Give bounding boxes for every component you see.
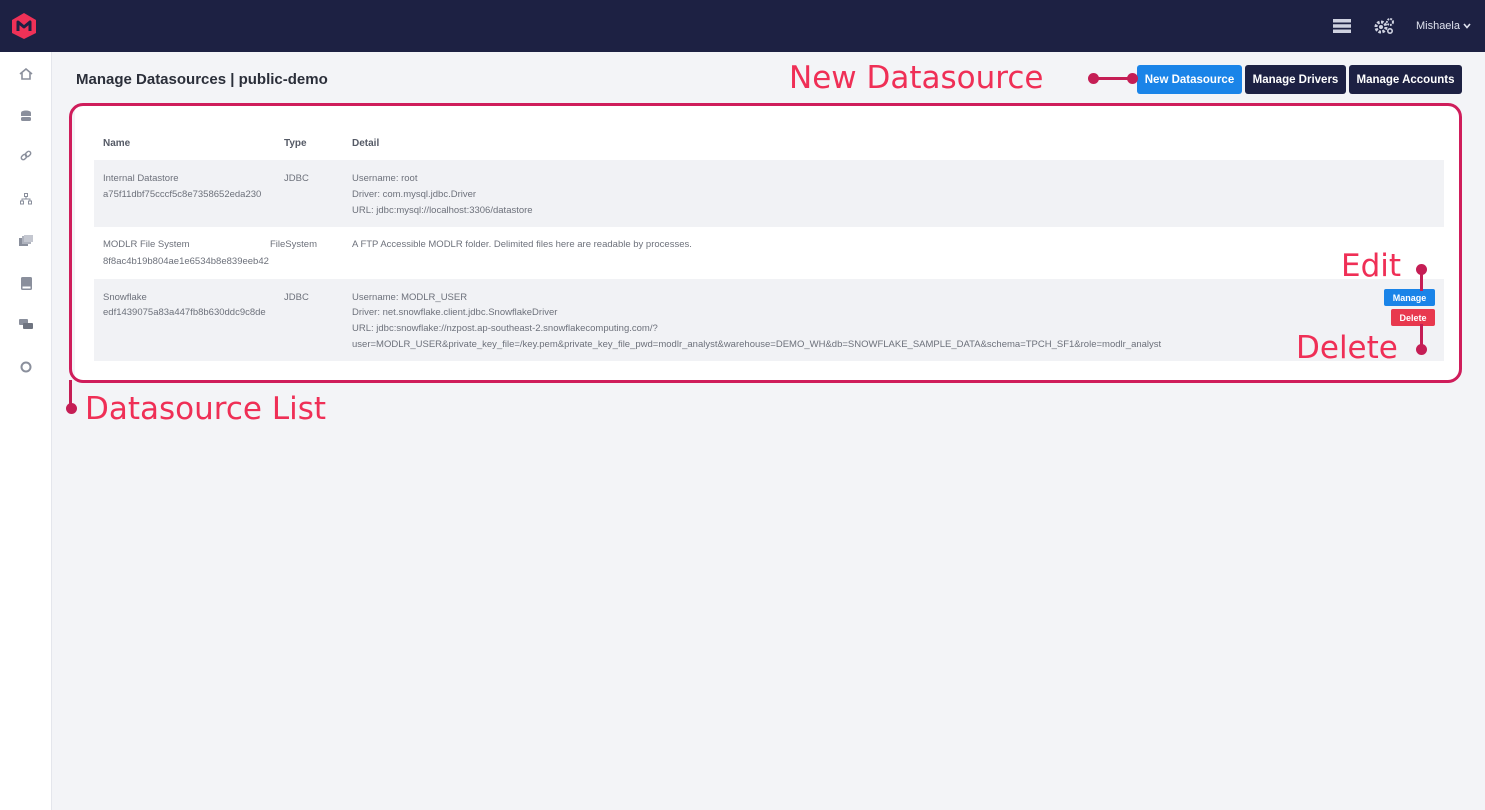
annotation-delete: Delete xyxy=(1296,330,1398,366)
datasource-detail-line: user=MODLR_USER&private_key_file=/key.pe… xyxy=(352,339,1162,350)
comments-icon xyxy=(19,319,33,329)
delete-button[interactable]: Delete xyxy=(1391,309,1435,326)
column-header-name: Name xyxy=(103,138,131,149)
table-row[interactable] xyxy=(94,227,1444,279)
manage-button[interactable]: Manage xyxy=(1384,289,1435,306)
chevron-down-icon xyxy=(1463,23,1471,29)
datasource-id: a75f11dbf75cccf5c8e7358652eda230 xyxy=(103,189,262,200)
lifering-icon xyxy=(20,361,32,373)
annotation-dot xyxy=(1088,73,1099,84)
datasource-id: edf1439075a83a447fb8b630ddc9c8de xyxy=(103,307,266,318)
sitemap-icon xyxy=(20,193,32,205)
sidebar-item-docs[interactable] xyxy=(0,269,52,297)
sidebar xyxy=(0,52,52,810)
datasource-detail-line: Driver: com.mysql.jdbc.Driver xyxy=(352,189,477,200)
datasource-detail-line: Username: root xyxy=(352,173,418,184)
sidebar-item-models[interactable] xyxy=(0,185,52,213)
datasource-detail-line: URL: jdbc:snowflake://nzpost.ap-southeas… xyxy=(352,323,658,334)
gears-icon[interactable] xyxy=(1374,16,1394,36)
datasource-type: FileSystem xyxy=(270,239,317,250)
folder-icon xyxy=(19,235,33,246)
server-icon[interactable] xyxy=(1332,16,1352,36)
link-icon xyxy=(20,150,32,161)
annotation-edit: Edit xyxy=(1341,248,1402,284)
annotation-datasource-list: Datasource List xyxy=(85,391,327,427)
user-name: Mishaela xyxy=(1415,20,1460,32)
database-icon xyxy=(21,110,31,121)
logo-icon[interactable] xyxy=(10,12,38,40)
annotation-connector xyxy=(1420,324,1423,348)
annotation-connector xyxy=(1420,269,1423,291)
datasource-name: MODLR File System xyxy=(103,239,190,250)
new-datasource-button[interactable]: New Datasource xyxy=(1137,65,1242,94)
datasource-type: JDBC xyxy=(284,173,309,184)
annotation-new-datasource: New Datasource xyxy=(789,60,1044,96)
column-header-detail: Detail xyxy=(352,138,380,149)
datasource-detail-line: A FTP Accessible MODLR folder. Delimited… xyxy=(352,239,692,250)
datasource-type: JDBC xyxy=(284,292,309,303)
datasource-detail-line: Username: MODLR_USER xyxy=(352,292,468,303)
sidebar-item-database[interactable] xyxy=(0,102,52,130)
sidebar-item-home[interactable] xyxy=(0,60,52,88)
datasource-name: Internal Datastore xyxy=(103,173,179,184)
sidebar-item-links[interactable] xyxy=(0,142,52,170)
column-header-type: Type xyxy=(284,138,307,149)
datasource-detail-line: Driver: net.snowflake.client.jdbc.Snowfl… xyxy=(352,307,558,318)
datasource-id: 8f8ac4b19b804ae1e6534b8e839eeb42 xyxy=(103,256,269,267)
home-icon xyxy=(19,68,33,80)
page-title: Manage Datasources | public-demo xyxy=(76,71,328,88)
sidebar-item-messages[interactable] xyxy=(0,311,52,339)
sidebar-item-support[interactable] xyxy=(0,353,52,381)
sidebar-item-files[interactable] xyxy=(0,227,52,255)
datasource-detail-line: URL: jdbc:mysql://localhost:3306/datasto… xyxy=(352,205,533,216)
manage-drivers-button[interactable]: Manage Drivers xyxy=(1245,65,1346,94)
datasource-name: Snowflake xyxy=(103,292,147,303)
annotation-dot xyxy=(1127,73,1138,84)
manage-accounts-button[interactable]: Manage Accounts xyxy=(1349,65,1462,94)
book-icon xyxy=(20,276,32,290)
annotation-connector xyxy=(69,380,72,408)
user-menu[interactable]: Mishaela xyxy=(1416,20,1471,32)
top-navbar: Mishaela xyxy=(0,0,1485,52)
